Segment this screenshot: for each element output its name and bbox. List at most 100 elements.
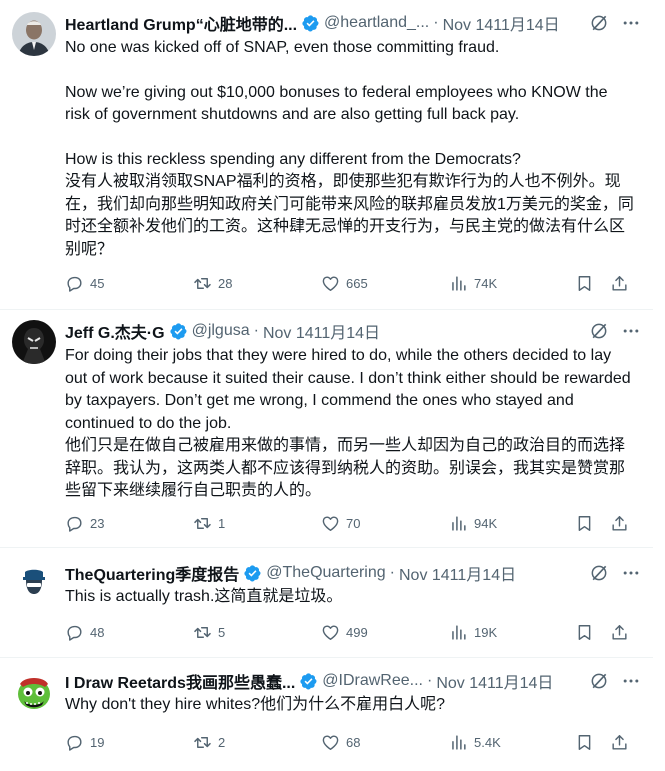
post-paragraph: For doing their jobs that they were hire… (65, 347, 631, 499)
action-bar: 19 2 68 5.4K (65, 731, 629, 753)
post-date[interactable]: Nov 1411月14日 (263, 319, 380, 343)
author-name[interactable]: Jeff G.杰夫·G (65, 319, 165, 343)
repost-button[interactable]: 28 (193, 274, 321, 293)
like-icon (321, 623, 340, 642)
views-icon (449, 733, 468, 752)
author-handle[interactable]: @IDrawRee... (322, 672, 423, 690)
views-count: 19K (474, 624, 498, 640)
like-icon (321, 514, 340, 533)
repost-button[interactable]: 5 (193, 623, 321, 642)
separator-dot: · (253, 322, 259, 339)
verified-badge-icon (301, 14, 320, 33)
post-text: This is actually trash.这简直就是垃圾。 (65, 586, 635, 609)
post-i-draw-reetards[interactable]: I Draw Reetards我画那些愚蠢... @IDrawRee... · … (0, 658, 653, 771)
bookmark-icon[interactable] (575, 623, 594, 642)
views-button[interactable]: 74K (449, 274, 559, 293)
reply-count: 45 (90, 275, 105, 291)
reply-button[interactable]: 48 (65, 623, 193, 642)
like-icon (321, 733, 340, 752)
more-icon[interactable] (621, 13, 641, 33)
bookmark-icon[interactable] (575, 274, 594, 293)
views-button[interactable]: 19K (449, 623, 559, 642)
share-icon[interactable] (610, 623, 629, 642)
author-name[interactable]: TheQuartering季度报告 (65, 561, 239, 585)
grok-icon[interactable] (589, 563, 609, 583)
repost-icon (193, 514, 212, 533)
like-button[interactable]: 665 (321, 274, 449, 293)
reply-count: 48 (90, 624, 105, 640)
reply-icon (65, 274, 84, 293)
separator-dot: · (427, 672, 433, 689)
views-icon (449, 623, 468, 642)
post-paragraph: How is this reckless spending any differ… (65, 150, 634, 258)
views-count: 94K (474, 515, 498, 531)
like-count: 499 (346, 624, 368, 640)
post-jeff-g[interactable]: Jeff G.杰夫·G @jlgusa · Nov 1411月14日 For d… (0, 310, 653, 548)
reply-count: 19 (90, 734, 105, 750)
post-paragraph: Why don't they hire whites?他们为什么不雇用白人呢? (65, 696, 446, 713)
repost-icon (193, 274, 212, 293)
share-icon[interactable] (610, 274, 629, 293)
author-handle[interactable]: @jlgusa (192, 322, 250, 340)
author-handle[interactable]: @TheQuartering (266, 564, 385, 582)
views-count: 74K (474, 275, 498, 291)
repost-count: 5 (218, 624, 226, 640)
grok-icon[interactable] (589, 13, 609, 33)
post-text: For doing their jobs that they were hire… (65, 345, 635, 503)
grok-icon[interactable] (589, 671, 609, 691)
avatar[interactable] (12, 320, 56, 364)
author-handle[interactable]: @heartland_... (324, 14, 429, 32)
more-icon[interactable] (621, 563, 641, 583)
like-count: 70 (346, 515, 361, 531)
reply-button[interactable]: 19 (65, 733, 193, 752)
grok-icon[interactable] (589, 321, 609, 341)
avatar[interactable] (12, 670, 56, 714)
like-count: 665 (346, 275, 368, 291)
repost-icon (193, 733, 212, 752)
share-icon[interactable] (610, 733, 629, 752)
like-button[interactable]: 68 (321, 733, 449, 752)
views-icon (449, 274, 468, 293)
avatar[interactable] (12, 560, 56, 604)
verified-badge-icon (243, 564, 262, 583)
repost-button[interactable]: 1 (193, 514, 321, 533)
verified-badge-icon (169, 322, 188, 341)
reply-button[interactable]: 23 (65, 514, 193, 533)
like-count: 68 (346, 734, 361, 750)
repost-button[interactable]: 2 (193, 733, 321, 752)
author-name[interactable]: I Draw Reetards我画那些愚蠢... (65, 669, 295, 693)
reply-icon (65, 623, 84, 642)
post-date[interactable]: Nov 1411月14日 (399, 561, 516, 585)
reply-count: 23 (90, 515, 105, 531)
more-icon[interactable] (621, 321, 641, 341)
repost-count: 1 (218, 515, 226, 531)
action-bar: 48 5 499 19K (65, 621, 629, 643)
post-paragraph: This is actually trash.这简直就是垃圾。 (65, 588, 343, 605)
action-bar: 23 1 70 94K (65, 512, 629, 534)
bookmark-icon[interactable] (575, 733, 594, 752)
post-paragraph: No one was kicked off of SNAP, even thos… (65, 39, 500, 56)
verified-badge-icon (299, 672, 318, 691)
post-paragraph: Now we’re giving out $10,000 bonuses to … (65, 83, 612, 124)
post-text: Why don't they hire whites?他们为什么不雇用白人呢? (65, 694, 635, 717)
more-icon[interactable] (621, 671, 641, 691)
like-button[interactable]: 70 (321, 514, 449, 533)
bookmark-icon[interactable] (575, 514, 594, 533)
views-button[interactable]: 94K (449, 514, 559, 533)
views-button[interactable]: 5.4K (449, 733, 559, 752)
post-date[interactable]: Nov 1411月14日 (436, 669, 553, 693)
reply-button[interactable]: 45 (65, 274, 193, 293)
post-thequartering[interactable]: TheQuartering季度报告 @TheQuartering · Nov 1… (0, 548, 653, 658)
post-date[interactable]: Nov 1411月14日 (443, 11, 560, 35)
avatar[interactable] (12, 12, 56, 56)
like-icon (321, 274, 340, 293)
separator-dot: · (389, 564, 395, 581)
like-button[interactable]: 499 (321, 623, 449, 642)
author-name[interactable]: Heartland Grump“心脏地带的... (65, 11, 297, 35)
share-icon[interactable] (610, 514, 629, 533)
post-heartland-grump[interactable]: Heartland Grump“心脏地带的... @heartland_... … (0, 0, 653, 310)
reply-icon (65, 733, 84, 752)
repost-count: 28 (218, 275, 233, 291)
repost-count: 2 (218, 734, 226, 750)
views-icon (449, 514, 468, 533)
